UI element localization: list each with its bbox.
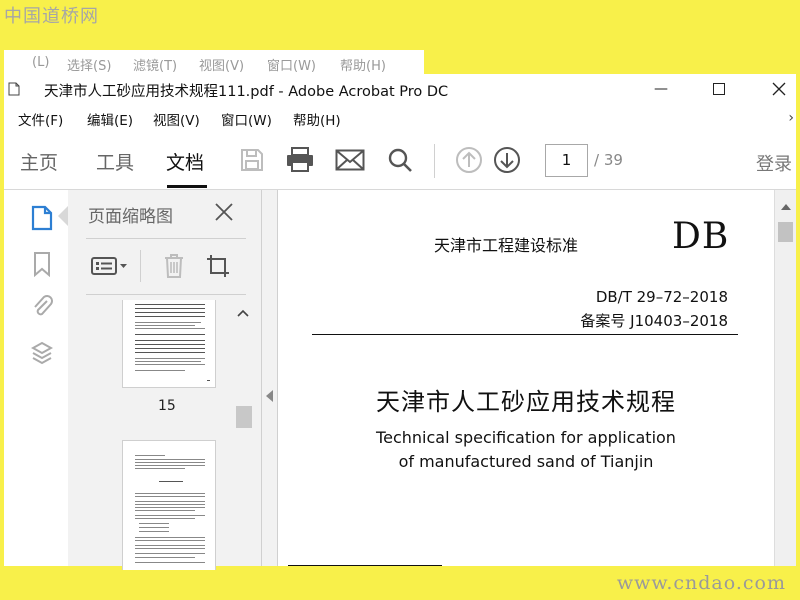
watermark-bottom: www.cndao.com [616, 572, 786, 594]
attachment-icon [34, 295, 53, 316]
doc-title-cn: 天津市人工砂应用技术规程 [376, 388, 676, 416]
prev-page-icon [456, 147, 482, 173]
toolbar-separator [140, 250, 141, 282]
scroll-up-icon [237, 309, 249, 317]
tab-document[interactable]: 文档 [166, 148, 204, 175]
print-icon [287, 147, 313, 172]
delete-page-button[interactable] [156, 250, 192, 282]
email-button[interactable] [334, 144, 366, 176]
thumbnail-panel: 页面缩略图 15 [68, 190, 262, 570]
window-title: 天津市人工砂应用技术规程111.pdf - Adobe Acrobat Pro … [44, 84, 449, 100]
thumbnail-scrollbar[interactable] [234, 300, 252, 566]
bg-menu-item: 选择(S) [67, 59, 112, 74]
left-nav-rail [4, 190, 66, 566]
doc-record-number: 备案号 J10403–2018 [580, 312, 728, 330]
doc-rule [312, 334, 738, 335]
active-panel-pointer [58, 206, 68, 226]
print-button[interactable] [284, 144, 316, 176]
pdf-file-icon [8, 82, 20, 96]
thumbnail-scroll-thumb[interactable] [236, 406, 252, 428]
close-icon [772, 82, 786, 96]
collapse-left-icon [266, 390, 273, 402]
doc-title-en-line2: of manufactured sand of Tianjin [398, 452, 654, 471]
panel-divider [86, 294, 246, 295]
title-bar: 天津市人工砂应用技术规程111.pdf - Adobe Acrobat Pro … [4, 74, 796, 104]
prev-page-button[interactable] [453, 144, 485, 176]
active-tab-indicator [167, 185, 207, 188]
bookmark-icon [34, 252, 50, 277]
bg-menu-item: 视图(V) [199, 59, 245, 74]
page-thumbnail[interactable] [122, 300, 216, 388]
bg-menu-item: 窗口(W) [267, 59, 316, 74]
document-scroll-thumb[interactable] [778, 222, 793, 242]
doc-standard-code: DB/T 29–72–2018 [595, 288, 728, 306]
layers-button[interactable] [28, 340, 56, 368]
bg-menu-item: (L) [32, 55, 50, 70]
page-total: / 39 [594, 151, 623, 169]
menu-file[interactable]: 文件(F) [18, 109, 63, 129]
close-button[interactable] [756, 76, 800, 102]
page-thumbnail[interactable] [122, 440, 216, 570]
minimize-icon: — [654, 81, 668, 97]
document-scrollbar[interactable] [774, 190, 796, 566]
save-icon [241, 149, 263, 171]
tab-tools[interactable]: 工具 [96, 148, 134, 175]
menu-view[interactable]: 视图(V) [153, 109, 200, 129]
toolbar-separator [434, 144, 435, 178]
main-toolbar: 主页 工具 文档 1 / 39 登录 [4, 132, 796, 190]
layers-icon [31, 341, 53, 365]
maximize-button[interactable] [696, 76, 742, 102]
doc-db-mark: DB [672, 216, 730, 257]
options-menu-icon [91, 257, 127, 275]
crop-icon [207, 255, 229, 277]
thumbnail-panel-title: 页面缩略图 [88, 207, 173, 227]
watermark-top: 中国道桥网 [4, 6, 99, 27]
save-button[interactable] [236, 144, 268, 176]
menu-edit[interactable]: 编辑(E) [87, 109, 133, 129]
delete-icon [165, 254, 183, 278]
scroll-up-icon[interactable] [781, 204, 791, 210]
maximize-icon [713, 83, 725, 95]
next-page-icon [494, 147, 520, 173]
login-button[interactable]: 登录 [756, 150, 792, 176]
document-view: 天津市工程建设标准 DB DB/T 29–72–2018 备案号 J10403–… [278, 190, 774, 566]
search-button[interactable] [384, 144, 416, 176]
panel-collapse-handle[interactable] [262, 190, 278, 566]
crop-page-button[interactable] [200, 250, 236, 282]
doc-title-en-line1: Technical specification for application [376, 428, 676, 447]
thumbnail-page-number: 15 [158, 398, 176, 414]
background-menubar: (L) 选择(S) 滤镜(T) 视图(V) 窗口(W) 帮助(H) [4, 50, 424, 76]
page-thumbnails-icon [31, 205, 53, 231]
thumbnail-options-button[interactable] [90, 250, 130, 282]
doc-standard-label: 天津市工程建设标准 [434, 236, 579, 255]
attachments-button[interactable] [28, 292, 56, 320]
next-page-button[interactable] [491, 144, 523, 176]
page-thumbnails-button[interactable] [28, 204, 56, 232]
menu-help[interactable]: 帮助(H) [293, 109, 341, 129]
bg-menu-item: 滤镜(T) [133, 59, 178, 74]
minimize-button[interactable]: — [638, 76, 684, 102]
bookmarks-button[interactable] [28, 250, 56, 278]
menu-bar: 文件(F) 编辑(E) 视图(V) 窗口(W) 帮助(H) › [4, 104, 796, 132]
panel-divider [86, 238, 246, 239]
menu-window[interactable]: 窗口(W) [221, 109, 272, 129]
doc-bottom-rule [288, 565, 442, 566]
bg-menu-item: 帮助(H) [340, 59, 386, 74]
tab-home[interactable]: 主页 [20, 148, 58, 175]
close-icon [215, 203, 233, 221]
page-number-input[interactable]: 1 [545, 144, 588, 177]
close-panel-button[interactable] [212, 200, 236, 224]
email-icon [335, 149, 365, 171]
menu-overflow-icon[interactable]: › [788, 110, 794, 126]
search-icon [388, 148, 412, 172]
